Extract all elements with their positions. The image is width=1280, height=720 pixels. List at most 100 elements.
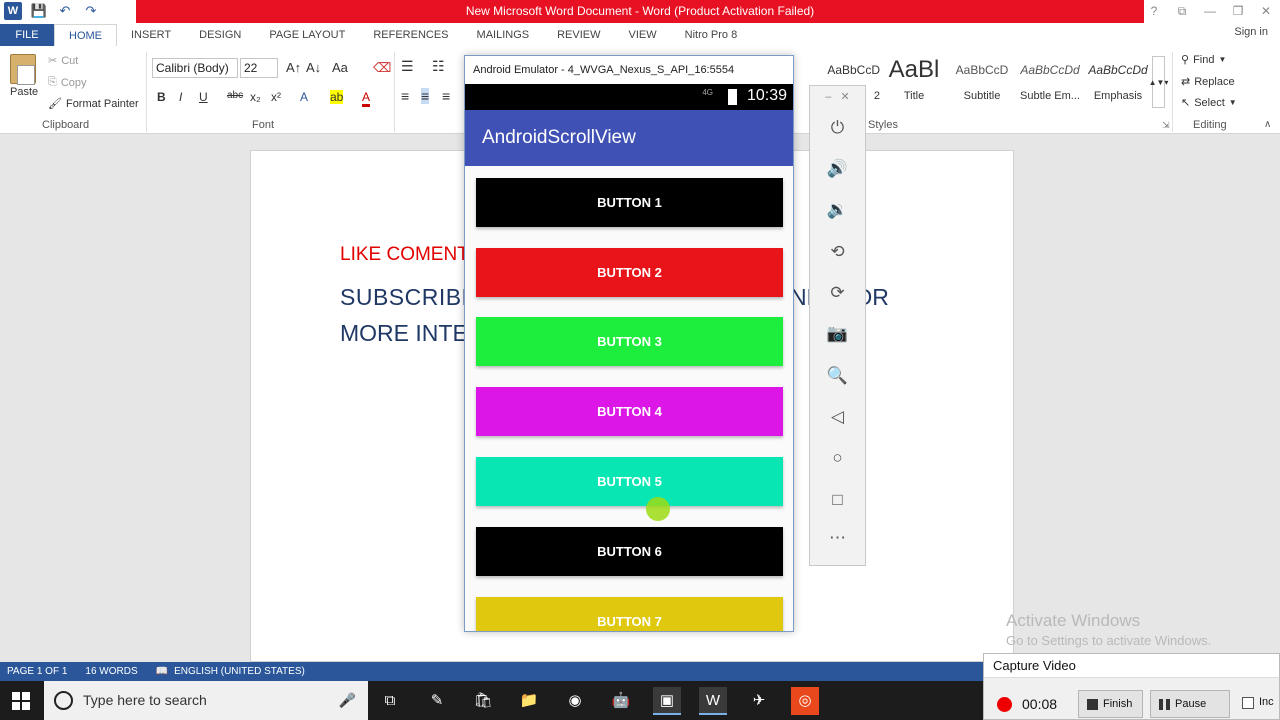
taskbar-search[interactable]: Type here to search 🎤 xyxy=(44,681,368,720)
style-emphasis[interactable]: AaBbCcDd Emphasis xyxy=(1084,56,1152,102)
grow-font-icon[interactable]: A↑ xyxy=(286,60,301,75)
style-title[interactable]: AaBl Title xyxy=(880,56,948,102)
page-count[interactable]: PAGE 1 OF 1 xyxy=(7,666,67,677)
android-button-7[interactable]: BUTTON 7 xyxy=(476,597,783,631)
include-checkbox[interactable] xyxy=(1242,697,1254,709)
redo-icon[interactable]: ↷ xyxy=(82,2,100,20)
styles-launcher-icon[interactable]: ⇲ xyxy=(1162,120,1170,131)
find-button[interactable]: ⚲ Find ▼ xyxy=(1181,53,1226,67)
format-painter-button[interactable]: 🖌 Format Painter xyxy=(48,97,139,111)
volume-up-icon[interactable]: 🔊 xyxy=(810,159,865,179)
clear-format-icon[interactable]: ⌫ xyxy=(373,60,391,76)
recorder-icon[interactable]: ◎ xyxy=(791,687,819,715)
document-text-line[interactable]: LIKE COMENT xyxy=(340,244,469,266)
help-icon[interactable]: ? xyxy=(1140,0,1168,23)
android-studio-icon[interactable]: 🤖 xyxy=(607,687,635,715)
emulator-icon[interactable]: ▣ xyxy=(653,687,681,715)
document-text-line[interactable]: SUBSCRIBE xyxy=(340,284,477,311)
tab-design[interactable]: DESIGN xyxy=(185,24,255,46)
rotate-left-icon[interactable]: ⟲ xyxy=(810,242,865,262)
cut-button[interactable]: ✂ Cut xyxy=(48,54,78,68)
word-count[interactable]: 16 WORDS xyxy=(85,666,137,677)
style-subtitle[interactable]: AaBbCcD Subtitle xyxy=(948,56,1016,102)
home-icon[interactable]: ○ xyxy=(810,448,865,468)
tab-insert[interactable]: INSERT xyxy=(117,24,185,46)
highlight-icon[interactable]: ab xyxy=(330,90,344,104)
align-left-icon[interactable]: ≡ xyxy=(401,88,409,104)
tab-view[interactable]: VIEW xyxy=(615,24,671,46)
style-subtle-emphasis[interactable]: AaBbCcDd Subtle Em... xyxy=(1016,56,1084,102)
italic-button[interactable]: I xyxy=(179,90,182,104)
android-button-6[interactable]: BUTTON 6 xyxy=(476,527,783,576)
numbering-icon[interactable]: ☷ xyxy=(432,58,445,75)
ribbon-display-icon[interactable]: ⧉ xyxy=(1168,0,1196,23)
rotate-right-icon[interactable]: ⟳ xyxy=(810,283,865,303)
tab-references[interactable]: REFERENCES xyxy=(359,24,462,46)
replace-button[interactable]: ⇄ Replace xyxy=(1181,75,1235,89)
more-icon[interactable]: ⋯ xyxy=(810,528,865,548)
android-button-1[interactable]: BUTTON 1 xyxy=(476,178,783,227)
tab-page-layout[interactable]: PAGE LAYOUT xyxy=(255,24,359,46)
app-icon[interactable]: ✎ xyxy=(423,687,451,715)
volume-down-icon[interactable]: 🔉 xyxy=(810,200,865,220)
change-case-button[interactable]: Aa xyxy=(332,60,348,75)
tab-review[interactable]: REVIEW xyxy=(543,24,614,46)
bold-button[interactable]: B xyxy=(157,90,166,104)
android-button-2[interactable]: BUTTON 2 xyxy=(476,248,783,297)
restore-icon[interactable]: ❐ xyxy=(1224,0,1252,23)
file-explorer-icon[interactable]: 📁 xyxy=(515,687,543,715)
underline-button[interactable]: U xyxy=(199,90,208,104)
strikethrough-button[interactable]: abc xyxy=(227,90,243,101)
android-button-5[interactable]: BUTTON 5 xyxy=(476,457,783,506)
back-icon[interactable]: ◁ xyxy=(810,407,865,427)
select-button[interactable]: ↖ Select ▼ xyxy=(1181,96,1237,110)
tab-file[interactable]: FILE xyxy=(0,24,54,46)
font-color-button[interactable]: A xyxy=(362,90,371,107)
emulator-title[interactable]: Android Emulator - 4_WVGA_Nexus_S_API_16… xyxy=(465,56,793,84)
pause-button[interactable]: Pause xyxy=(1150,690,1230,718)
android-button-3[interactable]: BUTTON 3 xyxy=(476,317,783,366)
android-clock: 10:39 xyxy=(746,87,787,104)
toolbar-window-controls[interactable]: – ✕ xyxy=(810,90,865,103)
camera-icon[interactable]: 📷 xyxy=(810,324,865,344)
power-icon[interactable]: ⏻ xyxy=(810,118,865,138)
bullets-icon[interactable]: ☰ xyxy=(401,58,414,75)
text-effects-icon[interactable]: A xyxy=(300,90,308,104)
android-button-4[interactable]: BUTTON 4 xyxy=(476,387,783,436)
finish-button[interactable]: Finish xyxy=(1078,690,1143,718)
chrome-icon[interactable]: ◉ xyxy=(561,687,589,715)
font-size-select[interactable]: 22 xyxy=(240,58,278,78)
document-text-line[interactable]: MORE INTE xyxy=(340,320,468,347)
align-right-icon[interactable]: ≡ xyxy=(442,88,450,104)
superscript-button[interactable]: x² xyxy=(271,90,281,104)
word-icon[interactable]: W xyxy=(699,687,727,715)
collapse-ribbon-icon[interactable]: ∧ xyxy=(1264,119,1271,130)
task-view-icon[interactable]: ⧉ xyxy=(376,687,404,715)
misc-icon[interactable]: ✈ xyxy=(745,687,773,715)
overview-icon[interactable]: □ xyxy=(810,490,865,510)
align-center-icon[interactable]: ≡ xyxy=(421,88,430,104)
tab-home[interactable]: HOME xyxy=(54,24,117,46)
zoom-icon[interactable]: 🔍 xyxy=(810,366,865,386)
tab-mailings[interactable]: MAILINGS xyxy=(463,24,544,46)
font-family-select[interactable]: Calibri (Body) xyxy=(152,58,238,78)
subscript-button[interactable]: x₂ xyxy=(250,90,261,104)
word-logo-icon[interactable]: W xyxy=(4,2,22,20)
store-icon[interactable]: 🛍 xyxy=(469,687,497,715)
paste-icon[interactable] xyxy=(10,54,36,85)
proofing-icon[interactable]: 📖 xyxy=(156,666,168,677)
sign-in-link[interactable]: Sign in xyxy=(1234,26,1268,38)
save-icon[interactable]: 💾 xyxy=(30,2,48,20)
close-icon[interactable]: ✕ xyxy=(1252,0,1280,23)
shrink-font-icon[interactable]: A↓ xyxy=(306,60,321,75)
scroll-view[interactable]: BUTTON 1 BUTTON 2 BUTTON 3 BUTTON 4 BUTT… xyxy=(465,166,793,631)
minimize-icon[interactable]: — xyxy=(1196,0,1224,23)
microphone-icon[interactable]: 🎤 xyxy=(339,692,356,709)
paste-button[interactable]: Paste xyxy=(10,86,38,98)
undo-icon[interactable]: ↶ xyxy=(56,2,74,20)
windows-start-icon[interactable] xyxy=(12,692,30,710)
tab-nitro[interactable]: Nitro Pro 8 xyxy=(671,24,752,46)
copy-button[interactable]: ⎘ Copy xyxy=(48,76,87,89)
styles-scroll[interactable]: ▲▼▾ xyxy=(1149,56,1168,108)
language[interactable]: ENGLISH (UNITED STATES) xyxy=(174,666,305,677)
